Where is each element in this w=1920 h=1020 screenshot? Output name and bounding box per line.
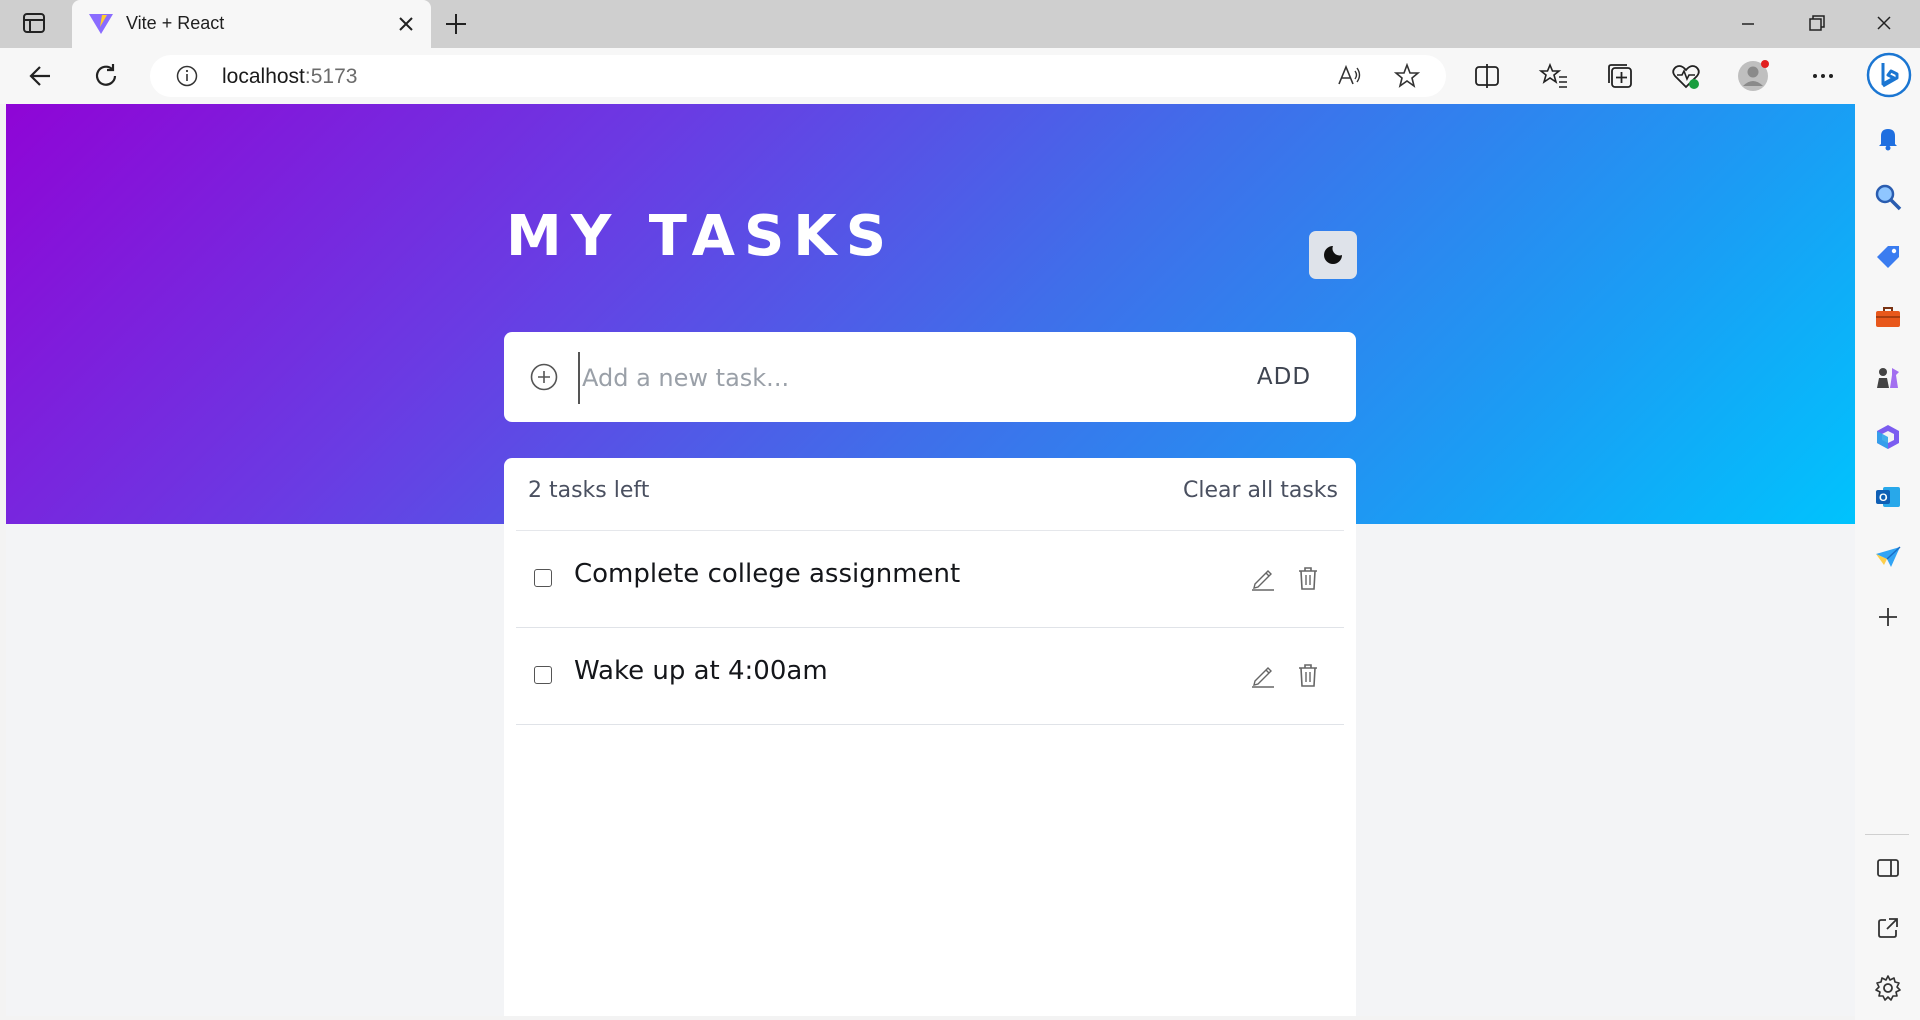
split-screen-icon[interactable] — [1470, 59, 1504, 93]
task-list-header: 2 tasks left Clear all tasks — [504, 458, 1356, 530]
app-title: MY TASKS — [506, 204, 896, 269]
shopping-tag-icon[interactable] — [1873, 242, 1903, 272]
open-external-icon[interactable] — [1873, 913, 1903, 943]
add-task-button[interactable]: ADD — [1236, 357, 1332, 397]
trash-icon[interactable] — [1296, 565, 1320, 591]
restore-icon[interactable] — [1798, 10, 1834, 38]
task-checkbox[interactable] — [534, 569, 552, 587]
task-checkbox[interactable] — [534, 666, 552, 684]
profile-avatar-icon[interactable] — [1736, 59, 1770, 93]
settings-gear-icon[interactable] — [1873, 973, 1903, 1003]
close-window-icon[interactable] — [1866, 10, 1902, 38]
microsoft-365-icon[interactable] — [1873, 422, 1903, 452]
new-tab-icon[interactable] — [444, 12, 468, 36]
pencil-icon[interactable] — [1250, 565, 1276, 591]
notifications-bell-icon[interactable] — [1873, 123, 1903, 153]
moon-icon — [1324, 246, 1342, 264]
task-text: Complete college assignment — [574, 559, 961, 589]
task-text: Wake up at 4:00am — [574, 656, 828, 686]
browser-toolbar: localhost:5173 — [0, 48, 1920, 104]
read-aloud-icon[interactable] — [1336, 63, 1362, 89]
plus-circle-icon — [530, 363, 558, 391]
minimize-icon[interactable] — [1730, 10, 1766, 38]
hide-sidebar-icon[interactable] — [1873, 853, 1903, 883]
copilot-icon[interactable] — [1866, 52, 1912, 98]
theme-toggle-button[interactable] — [1309, 231, 1357, 279]
games-chess-icon[interactable] — [1873, 362, 1903, 392]
search-icon[interactable] — [1873, 182, 1903, 212]
pencil-icon[interactable] — [1250, 662, 1276, 688]
browser-essentials-icon[interactable] — [1669, 59, 1703, 93]
tasks-left-count: 2 tasks left — [528, 478, 650, 503]
outlook-icon[interactable]: O — [1873, 482, 1903, 512]
task-list-card: 2 tasks left Clear all tasks Complete co… — [504, 458, 1356, 1016]
favorite-star-icon[interactable] — [1393, 62, 1421, 89]
new-task-input[interactable] — [578, 352, 1144, 404]
favorites-icon[interactable] — [1537, 59, 1571, 93]
tab-actions-icon[interactable] — [22, 12, 48, 36]
send-feedback-icon[interactable] — [1873, 542, 1903, 572]
task-row: Complete college assignment — [516, 531, 1344, 628]
browser-tab[interactable]: Vite + React — [72, 0, 431, 48]
address-bar[interactable]: localhost:5173 — [150, 55, 1446, 97]
clear-all-tasks-button[interactable]: Clear all tasks — [1183, 478, 1338, 503]
trash-icon[interactable] — [1296, 662, 1320, 688]
svg-text:O: O — [1879, 492, 1888, 504]
task-row: Wake up at 4:00am — [516, 628, 1344, 725]
tools-briefcase-icon[interactable] — [1873, 302, 1903, 332]
site-info-icon[interactable] — [176, 65, 198, 87]
add-task-card: ADD — [504, 332, 1356, 422]
refresh-icon[interactable] — [90, 59, 124, 93]
page-viewport: MY TASKS ADD 2 tasks left Clear all task… — [6, 104, 1855, 1016]
address-url: localhost:5173 — [222, 65, 358, 88]
add-sidebar-app-icon[interactable] — [1873, 602, 1903, 632]
tab-title: Vite + React — [126, 13, 225, 33]
browser-tab-strip: Vite + React — [0, 0, 1920, 48]
collections-icon[interactable] — [1603, 59, 1637, 93]
tab-close-icon[interactable] — [396, 14, 416, 34]
more-options-icon[interactable] — [1806, 59, 1840, 93]
browser-sidebar: O — [1855, 104, 1920, 1020]
back-icon[interactable] — [24, 59, 58, 93]
sidebar-divider — [1865, 834, 1909, 835]
vite-favicon-icon — [88, 13, 114, 35]
